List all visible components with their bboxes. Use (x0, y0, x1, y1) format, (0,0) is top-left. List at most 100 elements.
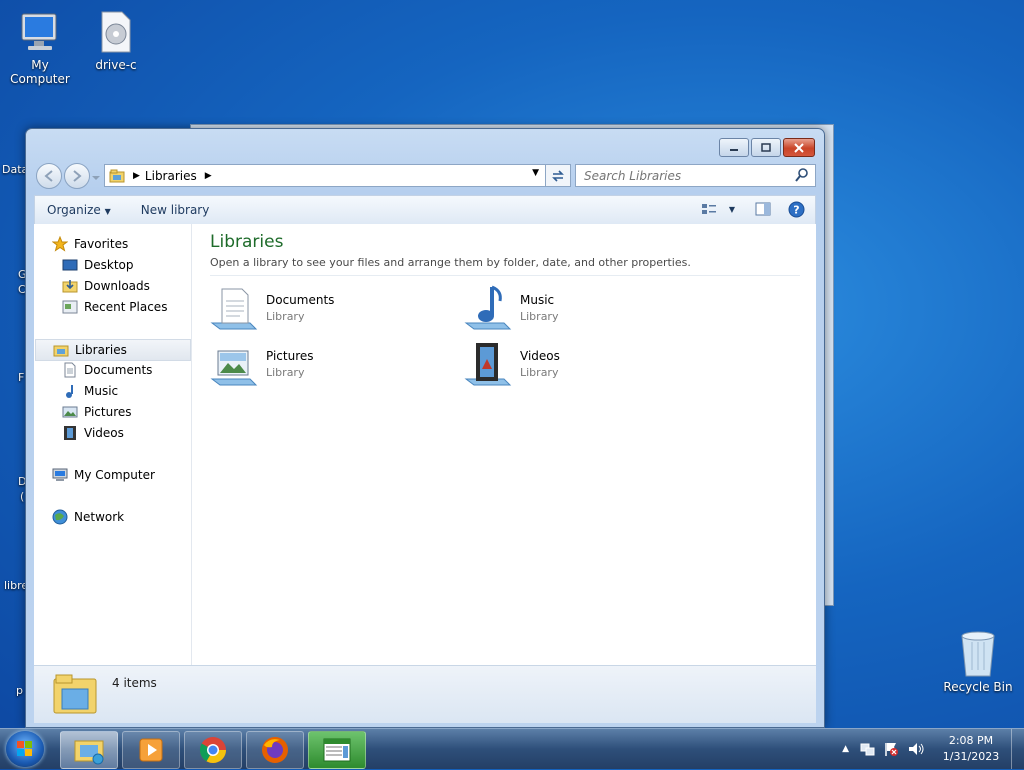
documents-library-icon (210, 288, 258, 330)
close-button[interactable] (783, 138, 815, 157)
minimize-button[interactable] (719, 138, 749, 157)
recycle-bin-icon (961, 631, 995, 677)
help-button[interactable]: ? (788, 201, 805, 221)
spreadsheet-app-icon (323, 738, 351, 762)
explorer-window: ▶ Libraries ▶ ▼ Organize ▼ New library ▼… (25, 128, 825, 728)
breadcrumb-separator-icon[interactable]: ▶ (133, 171, 140, 181)
windows-explorer-icon (74, 740, 104, 765)
nav-label: Downloads (84, 279, 150, 293)
help-icon: ? (788, 201, 805, 218)
back-button[interactable] (36, 163, 62, 189)
partial-desktop-label[interactable]: F (18, 371, 24, 384)
taskbar-explorer[interactable] (60, 731, 118, 769)
forward-button[interactable] (64, 163, 90, 189)
maximize-icon (761, 142, 771, 152)
volume-icon[interactable] (907, 741, 925, 757)
system-tray: ▲ 2:08 PM 1/31/2023 (842, 729, 1024, 769)
partial-desktop-label[interactable]: ( (20, 490, 24, 503)
taskbar-media-player[interactable] (122, 731, 180, 769)
libraries-icon (109, 168, 125, 184)
preview-pane-icon (755, 202, 771, 216)
close-icon (794, 142, 804, 153)
nav-music[interactable]: Music (62, 381, 118, 401)
show-desktop-button[interactable] (1011, 729, 1024, 769)
address-dropdown-icon[interactable]: ▼ (532, 168, 539, 178)
nav-videos[interactable]: Videos (62, 423, 124, 443)
nav-label: My Computer (74, 468, 155, 482)
navigation-pane: Favorites Desktop Downloads Recent Place… (34, 224, 192, 665)
computer-icon (52, 468, 68, 481)
search-icon[interactable] (795, 168, 809, 182)
nav-documents[interactable]: Documents (62, 360, 152, 380)
nav-label: Videos (84, 426, 124, 440)
refresh-button[interactable] (545, 164, 571, 187)
svg-text:?: ? (793, 204, 799, 217)
desktop-icon-my-computer[interactable]: My Computer (0, 10, 80, 86)
nav-network[interactable]: Network (52, 507, 124, 527)
nav-label: Pictures (84, 405, 132, 419)
item-count: 4 items (112, 676, 157, 690)
chevron-down-icon (92, 176, 100, 180)
music-note-icon (66, 385, 73, 398)
desktop-icon-label: My Computer (10, 58, 70, 86)
media-player-icon (139, 738, 163, 762)
maximize-button[interactable] (751, 138, 781, 157)
view-options-button[interactable]: ▼ (701, 202, 735, 216)
search-input[interactable] (582, 167, 796, 184)
nav-my-computer[interactable]: My Computer (52, 465, 155, 485)
library-documents[interactable]: Documents Library (210, 283, 450, 335)
clock[interactable]: 2:08 PM 1/31/2023 (931, 733, 1011, 765)
nav-recent-places[interactable]: Recent Places (62, 297, 167, 317)
taskbar-firefox[interactable] (246, 731, 304, 769)
taskbar-chrome[interactable] (184, 731, 242, 769)
action-center-flag-icon[interactable] (883, 741, 899, 757)
address-bar[interactable]: ▶ Libraries ▶ ▼ (104, 164, 546, 187)
nav-label: Network (74, 510, 125, 524)
pictures-library-icon (210, 350, 258, 386)
partial-desktop-label[interactable]: p (16, 684, 23, 697)
desktop-icon-drive-c[interactable]: drive-c (76, 10, 156, 72)
network-globe-icon (52, 509, 68, 525)
library-music[interactable]: Music Library (464, 283, 704, 335)
nav-desktop[interactable]: Desktop (62, 255, 134, 275)
organize-button[interactable]: Organize ▼ (35, 203, 123, 217)
desktop-icon (62, 259, 78, 271)
recent-pages-button[interactable] (91, 171, 101, 181)
nav-label: Favorites (74, 237, 129, 251)
network-status-icon[interactable] (859, 741, 875, 757)
document-icon (64, 362, 76, 378)
nav-favorites[interactable]: Favorites (52, 234, 128, 254)
navigation-bar: ▶ Libraries ▶ ▼ (34, 163, 816, 189)
computer-icon (18, 10, 62, 54)
breadcrumb-libraries[interactable]: Libraries (145, 169, 197, 183)
refresh-icon (552, 169, 564, 182)
desktop-icon-label: Recycle Bin (943, 680, 1013, 694)
clock-time: 2:08 PM (948, 734, 994, 747)
caption-buttons (717, 138, 815, 157)
desktop-icon-recycle-bin[interactable]: Recycle Bin (938, 630, 1018, 694)
nav-downloads[interactable]: Downloads (62, 276, 150, 296)
search-box[interactable] (575, 164, 816, 187)
star-icon (52, 236, 68, 252)
divider (210, 275, 800, 276)
music-library-icon (464, 285, 512, 330)
view-details-icon (701, 204, 716, 214)
nav-label: Recent Places (84, 300, 168, 314)
breadcrumb-separator-icon[interactable]: ▶ (205, 171, 212, 181)
library-pictures[interactable]: Pictures Library (210, 339, 450, 391)
chevron-down-icon: ▼ (104, 207, 111, 216)
libraries-icon (53, 674, 97, 714)
start-button[interactable] (6, 731, 44, 767)
show-hidden-icons-button[interactable]: ▲ (842, 744, 849, 754)
page-subtitle: Open a library to see your files and arr… (210, 256, 691, 269)
chevron-down-icon: ▼ (728, 204, 735, 214)
taskbar-spreadsheet[interactable] (308, 731, 366, 769)
new-library-button[interactable]: New library (129, 203, 222, 217)
library-type: Library (520, 310, 559, 323)
preview-pane-button[interactable] (755, 202, 771, 219)
nav-label: Libraries (75, 343, 127, 357)
nav-libraries[interactable]: Libraries (35, 339, 191, 361)
disc-drive-icon (96, 10, 136, 54)
nav-pictures[interactable]: Pictures (62, 402, 132, 422)
library-videos[interactable]: Videos Library (464, 339, 704, 391)
